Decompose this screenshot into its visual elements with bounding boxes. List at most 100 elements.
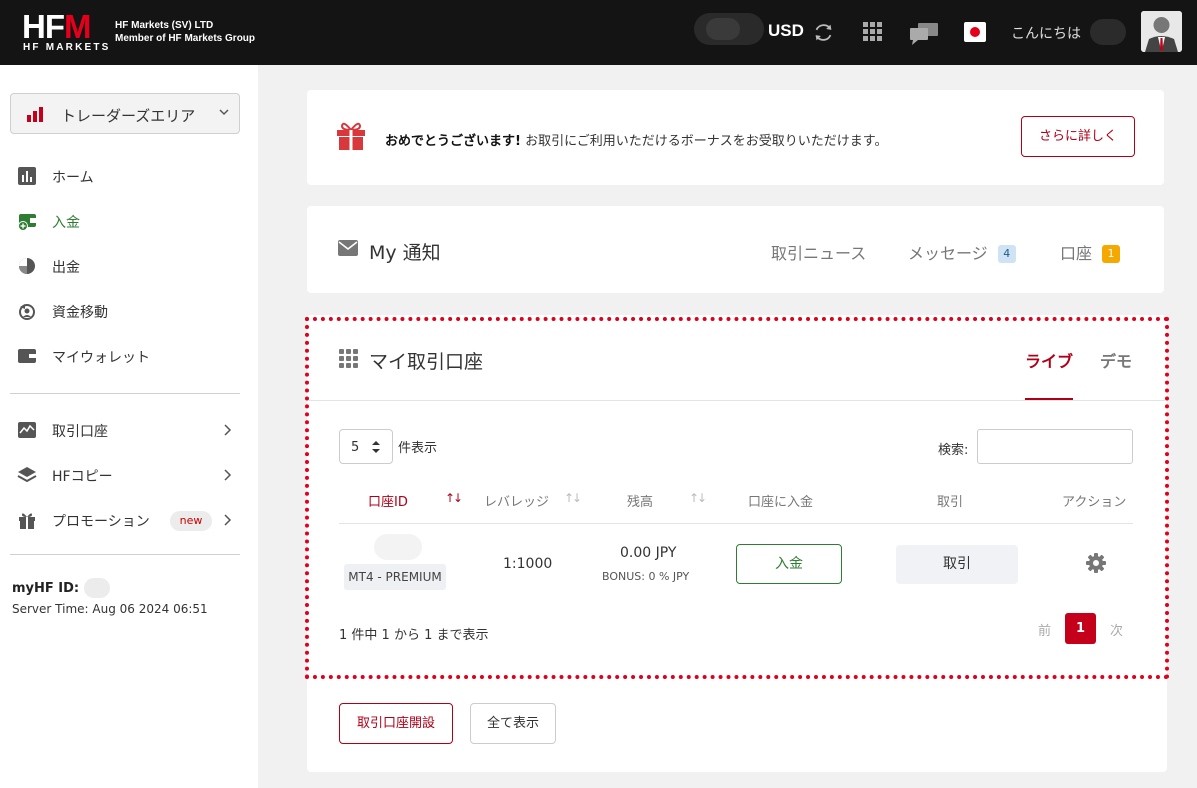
- col-account-id[interactable]: 口座ID: [368, 491, 408, 510]
- sort-icon[interactable]: ↑↓: [564, 491, 582, 505]
- dashboard-icon: [18, 167, 36, 185]
- notifications-card: My 通知 取引ニュース メッセージ 4 口座 1: [307, 206, 1164, 293]
- withdraw-icon: [19, 258, 35, 274]
- sidebar-item-trading-accounts[interactable]: 取引口座: [0, 412, 258, 448]
- balance-blurred: [694, 13, 764, 45]
- sidebar-item-label: 入金: [52, 215, 80, 231]
- sidebar: トレーダーズエリア ホーム 入金 出金 資金移動 マイウォレット 取引口座 HF…: [0, 65, 258, 788]
- tab-messages[interactable]: メッセージ 4: [908, 240, 1016, 264]
- tab-account-label: 口座: [1060, 244, 1093, 263]
- account-type-badge: MT4 - PREMIUM: [344, 564, 446, 590]
- header-divider: [309, 400, 1165, 401]
- col-balance[interactable]: 残高: [627, 491, 653, 510]
- pagination-prev[interactable]: 前: [1038, 620, 1051, 639]
- sidebar-item-deposit[interactable]: 入金: [0, 203, 258, 239]
- col-trade: 取引: [937, 495, 964, 510]
- per-page-label: 件表示: [398, 441, 438, 456]
- sidebar-item-hf-copy[interactable]: HFコピー: [0, 457, 258, 493]
- tab-messages-label: メッセージ: [908, 244, 988, 263]
- mail-icon: [338, 240, 358, 256]
- sidebar-item-label: 取引口座: [52, 424, 108, 440]
- chevron-right-icon: [224, 424, 232, 436]
- layers-icon: [17, 467, 37, 483]
- table-info: 1 件中 1 から 1 まで表示: [339, 628, 489, 643]
- open-account-button[interactable]: 取引口座開設: [339, 703, 453, 744]
- tab-live[interactable]: ライブ: [1025, 348, 1073, 372]
- apps-grid-icon[interactable]: [863, 22, 882, 41]
- per-page-select[interactable]: 5: [339, 429, 393, 464]
- sidebar-item-home[interactable]: ホーム: [0, 158, 258, 194]
- tab-trade-news[interactable]: 取引ニュース: [771, 240, 866, 264]
- gift-icon: [337, 122, 365, 150]
- sidebar-item-label: HFコピー: [52, 469, 113, 485]
- chart-icon: [18, 422, 36, 438]
- sidebar-item-label: マイウォレット: [52, 350, 150, 366]
- col-leverage[interactable]: レバレッジ: [484, 491, 549, 510]
- server-time: Server Time: Aug 06 2024 06:51: [12, 602, 208, 616]
- logo-wordmark: HFM: [22, 8, 91, 45]
- signal-bars-icon: [27, 107, 43, 122]
- notifications-title: My 通知: [369, 242, 441, 264]
- col-deposit: 口座に入金: [748, 495, 814, 510]
- sidebar-item-label: プロモーション: [52, 514, 150, 530]
- top-bar: HFM HF MARKETS HF Markets (SV) LTD Membe…: [0, 0, 1197, 65]
- table-header-divider: [339, 523, 1133, 524]
- hfm-logo[interactable]: HFM HF MARKETS: [22, 10, 108, 54]
- tab-demo[interactable]: デモ: [1100, 348, 1132, 372]
- sidebar-item-label: 出金: [52, 260, 80, 276]
- leverage-value: 1:1000: [503, 556, 553, 572]
- refresh-icon[interactable]: [813, 22, 834, 43]
- gear-icon[interactable]: [1086, 553, 1106, 573]
- per-page-value: 5: [351, 440, 360, 455]
- gift-icon: [19, 513, 35, 529]
- tab-account[interactable]: 口座 1: [1060, 240, 1121, 264]
- chevron-right-icon: [224, 469, 232, 481]
- sidebar-item-label: 資金移動: [52, 305, 108, 321]
- sidebar-item-wallet[interactable]: マイウォレット: [0, 338, 258, 374]
- deposit-button[interactable]: 入金: [736, 544, 842, 584]
- sidebar-divider: [10, 554, 240, 555]
- sidebar-item-label: ホーム: [52, 170, 94, 186]
- bonus-message: おめでとうございます! お取引にご利用いただけるボーナスをお受取りいただけます。: [385, 134, 888, 149]
- transfer-icon: [19, 304, 35, 320]
- company-group: Member of HF Markets Group: [115, 33, 256, 44]
- new-badge: new: [170, 511, 212, 531]
- username-blurred: [1090, 19, 1126, 45]
- bonus-banner: おめでとうございます! お取引にご利用いただけるボーナスをお受取りいただけます。…: [307, 90, 1164, 185]
- traders-area-select[interactable]: トレーダーズエリア: [10, 93, 240, 134]
- apps-grid-icon: [339, 349, 358, 368]
- pagination-next[interactable]: 次: [1110, 620, 1123, 639]
- trade-button[interactable]: 取引: [896, 545, 1018, 584]
- sidebar-divider: [10, 393, 240, 394]
- japan-flag-icon[interactable]: [964, 22, 986, 42]
- balance-value: 0.00 JPY: [620, 545, 677, 561]
- sidebar-item-promotion[interactable]: プロモーション new: [0, 502, 258, 538]
- select-arrows-icon: [372, 441, 380, 453]
- sidebar-item-transfer[interactable]: 資金移動: [0, 293, 258, 329]
- sort-icon[interactable]: ↑↓: [689, 491, 707, 505]
- col-action: アクション: [1062, 495, 1127, 510]
- sort-asc-icon[interactable]: ↑↓: [445, 491, 463, 505]
- account-id-blurred: [374, 534, 422, 560]
- avatar[interactable]: [1141, 11, 1182, 52]
- company-info: HF Markets (SV) LTD Member of HF Markets…: [115, 19, 255, 45]
- wallet-icon: [18, 349, 36, 363]
- company-name: HF Markets (SV) LTD: [115, 20, 214, 31]
- myhf-id-blurred: [84, 578, 110, 598]
- currency-label[interactable]: USD: [768, 21, 804, 41]
- sidebar-item-withdraw[interactable]: 出金: [0, 248, 258, 284]
- accounts-title: マイ取引口座: [369, 351, 484, 373]
- learn-more-button[interactable]: さらに詳しく: [1021, 116, 1135, 157]
- traders-area-label: トレーダーズエリア: [61, 107, 196, 125]
- chat-icon[interactable]: [909, 21, 939, 45]
- deposit-icon: [18, 214, 36, 231]
- messages-count-badge: 4: [997, 245, 1016, 263]
- chevron-down-icon: [219, 109, 229, 116]
- search-label: 検索:: [938, 443, 969, 458]
- search-input[interactable]: [977, 429, 1133, 464]
- show-all-button[interactable]: 全て表示: [470, 703, 556, 744]
- chevron-right-icon: [224, 514, 232, 526]
- myhf-id-label: myHF ID:: [12, 581, 80, 596]
- pagination-page-1[interactable]: 1: [1065, 613, 1096, 644]
- account-count-badge: 1: [1102, 245, 1121, 263]
